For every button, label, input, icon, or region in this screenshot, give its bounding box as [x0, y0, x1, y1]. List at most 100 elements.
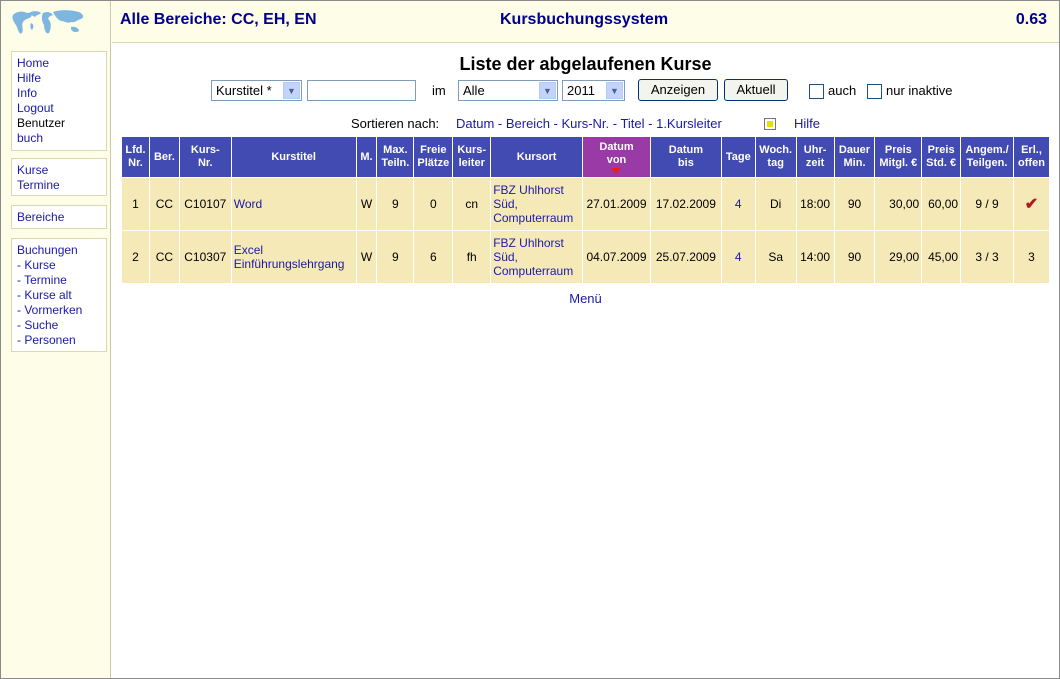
column-header-line2: tag	[767, 157, 784, 169]
current-button[interactable]: Aktuell	[724, 79, 788, 101]
location-line: Computerraum	[493, 264, 574, 278]
cell-bis: 17.02.2009	[650, 178, 721, 230]
column-header[interactable]: Datum von	[583, 137, 650, 177]
column-header-line1: Kurs-	[190, 144, 220, 156]
menu-link[interactable]: Menü	[112, 291, 1059, 306]
sort-desc-icon	[611, 167, 622, 174]
column-header[interactable]: Woch. tag	[755, 137, 796, 177]
column-header[interactable]: Tage	[721, 137, 755, 177]
area-select[interactable]: Alle ▼	[458, 80, 558, 101]
nav-group-bookings: Buchungen - Kurse - Termine - Kurse alt - Vo…	[11, 238, 107, 352]
column-header[interactable]: Kursort	[491, 137, 583, 177]
cell-wtag: Di	[755, 178, 796, 230]
course-location-link[interactable]: FBZ Uhlhorst Süd, Computerraum	[493, 236, 573, 278]
filter-bar: Kurstitel * ▼ im Alle ▼ 2011 ▼ Anzeigen …	[112, 79, 1059, 104]
sidebar-item-buchungen[interactable]: Buchungen	[17, 243, 101, 258]
sort-options-links[interactable]: Datum - Bereich - Kurs-Nr. - Titel - 1.K…	[456, 116, 722, 131]
sidebar-item-kurse-alt[interactable]: - Kurse alt	[17, 288, 101, 303]
column-header-line1: Preis	[927, 144, 955, 156]
column-header[interactable]: M.	[356, 137, 377, 177]
cell-preis_m: 29,00	[875, 231, 922, 283]
field-select-value: Kurstitel *	[216, 83, 272, 98]
column-header[interactable]: Datum bis	[650, 137, 721, 177]
help-square-icon[interactable]	[764, 118, 776, 130]
cell-max: 9	[377, 231, 414, 283]
column-header[interactable]: Erl., offen	[1013, 137, 1049, 177]
course-title-link[interactable]: Excel Einführungslehrgang	[234, 243, 345, 271]
sort-help-link[interactable]: Hilfe	[794, 116, 820, 131]
cell-titel: Word	[231, 178, 356, 230]
sidebar-item-home[interactable]: Home	[17, 56, 101, 71]
search-input[interactable]	[307, 80, 416, 101]
chevron-down-icon: ▼	[283, 82, 300, 99]
also-checkbox[interactable]	[809, 84, 824, 99]
year-select[interactable]: 2011 ▼	[562, 80, 625, 101]
column-header[interactable]: Max. Teiln.	[377, 137, 414, 177]
areas-title: Alle Bereiche: CC, EH, EN	[120, 11, 317, 28]
cell-wtag: Sa	[755, 231, 796, 283]
show-button[interactable]: Anzeigen	[638, 79, 718, 101]
column-header-line2: von	[606, 153, 627, 166]
sidebar-item-kurse[interactable]: - Kurse	[17, 258, 101, 273]
column-header-line1: Uhr-	[803, 144, 827, 156]
cell-von: 04.07.2009	[583, 231, 650, 283]
cell-erl: 3	[1013, 231, 1049, 283]
cell-angem: 9 / 9	[961, 178, 1013, 230]
table-body: 1 CC C10107 Word W 9 0 cn FBZ Uhlhorst Süd, Comput…	[122, 178, 1049, 283]
column-header-line1: Kurstitel	[271, 150, 316, 163]
days-link[interactable]: 4	[735, 250, 742, 264]
column-header-line1: Datum	[599, 140, 634, 153]
column-header[interactable]: Kurs-leiter	[453, 137, 491, 177]
sort-label: Sortieren nach:	[351, 116, 440, 131]
sidebar-item-termine[interactable]: - Termine	[17, 273, 101, 288]
column-header-line1: Kurs-	[457, 144, 487, 156]
column-header-line1: Erl.,	[1021, 144, 1042, 156]
sidebar-item-termine[interactable]: Termine	[17, 178, 101, 193]
cell-preis_s: 45,00	[922, 231, 961, 283]
location-line: FBZ Uhlhorst	[493, 183, 564, 197]
column-header[interactable]: Dauer Min.	[834, 137, 875, 177]
course-title-link[interactable]: Word	[234, 197, 262, 211]
nav-group-areas: Bereiche	[11, 205, 107, 229]
column-header-line1: Tage	[725, 150, 751, 163]
column-header[interactable]: Ber.	[149, 137, 179, 177]
column-header-line1: Ber.	[153, 150, 175, 163]
column-header[interactable]: Freie Plätze	[414, 137, 453, 177]
sidebar-item-kurse[interactable]: Kurse	[17, 163, 101, 178]
sidebar-item-info[interactable]: Info	[17, 86, 101, 101]
column-header[interactable]: Preis Mitgl. €	[875, 137, 922, 177]
column-header-line2: Plätze	[417, 157, 450, 169]
courses-table: Lfd. Nr. Ber. Kurs- Nr. Kurstitel M. Max. Teiln.…	[121, 136, 1050, 284]
column-header[interactable]: Lfd. Nr.	[122, 137, 149, 177]
column-header[interactable]: Kurs- Nr.	[179, 137, 231, 177]
field-select[interactable]: Kurstitel * ▼	[211, 80, 302, 101]
column-header[interactable]: Kurstitel	[231, 137, 356, 177]
course-location-link[interactable]: FBZ Uhlhorst Süd, Computerraum	[493, 183, 573, 225]
sidebar-item-hilfe[interactable]: Hilfe	[17, 71, 101, 86]
cell-m: W	[356, 178, 377, 230]
inactive-checkbox[interactable]	[867, 84, 882, 99]
days-link[interactable]: 4	[735, 197, 742, 211]
year-select-value: 2011	[567, 83, 595, 98]
column-header-line1: Lfd.	[125, 144, 146, 156]
sidebar-item-bereiche[interactable]: Bereiche	[17, 210, 101, 225]
sidebar-item-personen[interactable]: - Personen	[17, 333, 101, 348]
column-header[interactable]: Uhr-zeit	[796, 137, 834, 177]
cell-preis_m: 30,00	[875, 178, 922, 230]
column-header[interactable]: Angem./Teilgen.	[961, 137, 1013, 177]
nav-group-main: Home Hilfe Info Logout Benutzer buch	[11, 51, 107, 151]
column-header-line2: Nr.	[128, 157, 143, 169]
sidebar-item-logout[interactable]: Logout	[17, 101, 101, 116]
sidebar-item-suche[interactable]: - Suche	[17, 318, 101, 333]
cell-ort: FBZ Uhlhorst Süd, Computerraum	[491, 231, 583, 283]
sidebar-item-buch[interactable]: buch	[17, 131, 101, 146]
column-header[interactable]: Preis Std. €	[922, 137, 961, 177]
nav-group-courses: Kurse Termine	[11, 158, 107, 196]
sidebar-item-vormerken[interactable]: - Vormerken	[17, 303, 101, 318]
column-header-line2: Min.	[843, 157, 866, 169]
sidebar-item-benutzer: Benutzer	[17, 116, 66, 130]
area-select-value: Alle	[463, 83, 485, 98]
column-header-line2: bis	[677, 157, 694, 169]
column-header-line2: Teiln.	[381, 157, 410, 169]
column-header-line2: zeit	[805, 157, 825, 169]
